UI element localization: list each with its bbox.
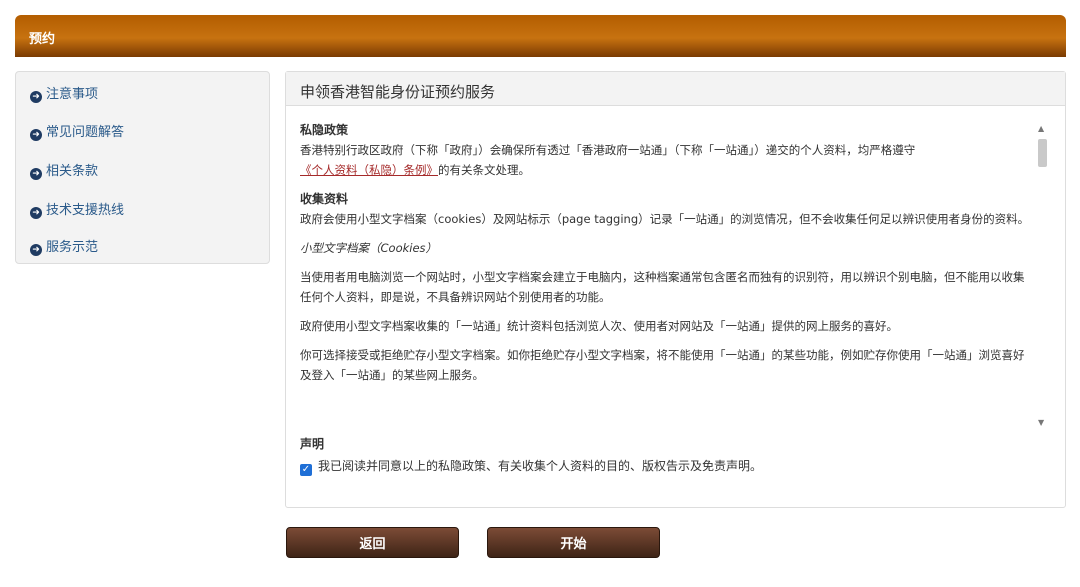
- sidebar-item-demo[interactable]: ➜ 服务示范: [30, 236, 98, 256]
- sidebar-item-terms[interactable]: ➜ 相关条款: [30, 160, 98, 180]
- sidebar-item-faq[interactable]: ➜ 常见问题解答: [30, 121, 124, 141]
- sidebar-item-label: 常见问题解答: [46, 125, 125, 140]
- arrow-circle-icon: ➜: [30, 207, 42, 219]
- cookies-paragraph-1: 当使用者用电脑浏览一个网站时，小型文字档案会建立于电脑内，这种档案通常包含匿名而…: [300, 270, 1025, 304]
- arrow-circle-icon: ➜: [30, 244, 42, 256]
- privacy-text: 香港特别行政区政府（下称「政府」）会确保所有透过「香港政府一站通」（下称「一站通…: [300, 140, 1035, 180]
- panel-title: 申领香港智能身份证预约服务: [300, 83, 496, 101]
- start-button[interactable]: 开始: [487, 527, 660, 558]
- sidebar-item-support[interactable]: ➜ 技术支援热线: [30, 199, 124, 219]
- declaration-checkbox-row[interactable]: ✓ 我已阅读并同意以上的私隐政策、有关收集个人资料的目的、版权告示及免责声明。: [300, 457, 762, 476]
- privacy-text-1: 香港特别行政区政府（下称「政府」）会确保所有透过「香港政府一站通」（下称「一站通…: [300, 143, 916, 157]
- sidebar-item-label: 服务示范: [46, 240, 99, 255]
- sidebar-item-label: 注意事项: [46, 87, 99, 102]
- declaration-checkbox-label[interactable]: 我已阅读并同意以上的私隐政策、有关收集个人资料的目的、版权告示及免责声明。: [318, 459, 762, 473]
- arrow-circle-icon: ➜: [30, 91, 42, 103]
- cookies-paragraph-2: 政府使用小型文字档案收集的「一站通」统计资料包括浏览人次、使用者对网站及「一站通…: [300, 319, 898, 333]
- back-button[interactable]: 返回: [286, 527, 459, 558]
- collection-heading: 收集资料: [300, 192, 349, 206]
- checkbox-checked-icon[interactable]: ✓: [300, 464, 312, 476]
- privacy-heading: 私隐政策: [300, 123, 349, 137]
- arrow-circle-icon: ➜: [30, 129, 42, 141]
- cookies-paragraph-3: 你可选择接受或拒绝贮存小型文字档案。如你拒绝贮存小型文字档案，将不能使用「一站通…: [300, 348, 1025, 382]
- scroll-down-icon[interactable]: ▼: [1038, 418, 1044, 427]
- privacy-ordinance-link[interactable]: 《个人资料（私隐）条例》: [300, 163, 438, 177]
- scrollbar-thumb[interactable]: [1038, 139, 1047, 167]
- panel-header: 申领香港智能身份证预约服务: [286, 72, 1065, 106]
- declaration-heading: 声明: [300, 437, 325, 451]
- header-bar: 预约: [15, 15, 1066, 57]
- terms-scroll-area[interactable]: 私隐政策 香港特别行政区政府（下称「政府」）会确保所有透过「香港政府一站通」（下…: [300, 120, 1048, 430]
- collection-text: 政府会使用小型文字档案（cookies）及网站标示（page tagging）记…: [300, 212, 1030, 226]
- sidebar: ➜ 注意事项 ➜ 常见问题解答 ➜ 相关条款 ➜ 技术支援热线 ➜ 服务示范: [15, 71, 270, 264]
- sidebar-item-label: 技术支援热线: [46, 203, 125, 218]
- scrollbar[interactable]: ▲ ▼: [1035, 120, 1049, 432]
- privacy-text-2: 的有关条文处理。: [438, 163, 530, 177]
- main-panel: 申领香港智能身份证预约服务 私隐政策 香港特别行政区政府（下称「政府」）会确保所…: [285, 71, 1066, 508]
- sidebar-item-notes[interactable]: ➜ 注意事项: [30, 83, 98, 103]
- arrow-circle-icon: ➜: [30, 168, 42, 180]
- sidebar-item-label: 相关条款: [46, 164, 99, 179]
- page-title: 预约: [29, 32, 56, 47]
- scroll-up-icon[interactable]: ▲: [1038, 124, 1044, 133]
- cookies-heading: 小型文字档案（Cookies）: [300, 241, 438, 255]
- terms-content: 私隐政策 香港特别行政区政府（下称「政府」）会确保所有透过「香港政府一站通」（下…: [300, 120, 1035, 385]
